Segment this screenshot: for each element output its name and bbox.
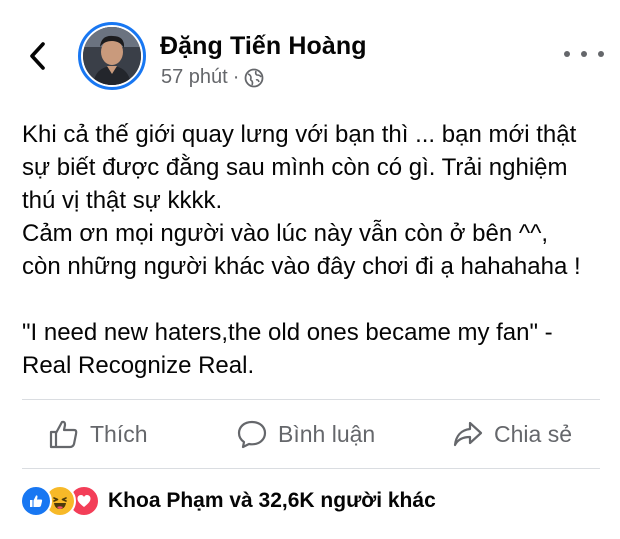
chevron-left-icon: [30, 42, 45, 70]
divider-top: [22, 399, 600, 400]
like-label: Thích: [90, 420, 148, 447]
more-dot-icon: [598, 51, 604, 57]
post-text-line: Khi cả thế giới quay lưng với bạn thì ..…: [22, 121, 577, 148]
post-body: Khi cả thế giới quay lưng với bạn thì ..…: [22, 118, 612, 382]
avatar-photo: [83, 27, 141, 85]
thumbs-up-icon: [48, 418, 80, 450]
more-options-button[interactable]: [564, 44, 604, 64]
post-text-line: Real Recognize Real.: [22, 352, 255, 379]
reaction-icons: [20, 485, 100, 517]
post-text-line: Cảm ơn mọi người vào lúc này vẫn còn ở b…: [22, 220, 549, 247]
like-reaction-icon: [20, 485, 52, 517]
author-avatar[interactable]: [78, 22, 146, 90]
globe-icon: [244, 68, 264, 88]
share-label: Chia sẻ: [494, 420, 572, 447]
author-name[interactable]: Đặng Tiến Hoàng: [160, 32, 367, 61]
post-meta: 57 phút ·: [161, 66, 264, 89]
more-dot-icon: [581, 51, 587, 57]
reactions-bar[interactable]: Khoa Phạm và 32,6K người khác: [20, 484, 436, 518]
post-text-line: sự biết được đằng sau mình còn có gì. Tr…: [22, 154, 568, 181]
reaction-summary[interactable]: Khoa Phạm và 32,6K người khác: [108, 489, 436, 513]
like-button[interactable]: Thích: [48, 414, 148, 454]
more-dot-icon: [564, 51, 570, 57]
divider-bottom: [22, 468, 600, 469]
share-button[interactable]: Chia sẻ: [452, 414, 572, 454]
post-text-line: còn những người khác vào đây chơi đi ạ h…: [22, 253, 581, 280]
comment-button[interactable]: Bình luận: [236, 414, 375, 454]
share-icon: [452, 418, 484, 450]
post-text-line: "I need new haters,the old ones became m…: [22, 319, 553, 346]
comment-icon: [236, 418, 268, 450]
meta-separator: ·: [232, 66, 240, 88]
comment-label: Bình luận: [278, 420, 376, 447]
post-timestamp[interactable]: 57 phút: [161, 66, 228, 89]
post-text-line: thú vị thật sự kkkk.: [22, 187, 223, 214]
back-button[interactable]: [22, 36, 54, 76]
